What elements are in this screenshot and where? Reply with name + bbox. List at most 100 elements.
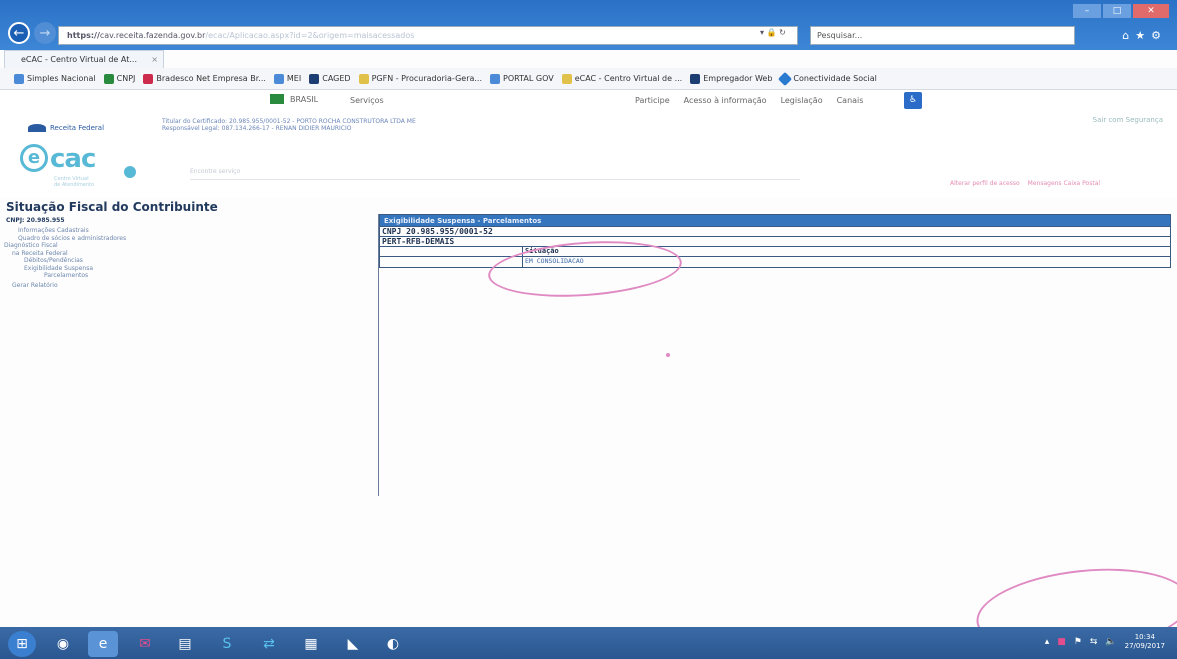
ecac-header: Receita Federal Titular do Certificado: … <box>0 112 1177 198</box>
tree-item-socios[interactable]: Quadro de sócios e administradores <box>18 235 126 243</box>
teamviewer-icon[interactable]: ⇄ <box>254 631 284 657</box>
fav-bradesco[interactable]: Bradesco Net Empresa Br... <box>143 73 266 84</box>
favorites-bar: Simples Nacional CNPJ Bradesco Net Empre… <box>0 68 1177 90</box>
cert-holder: Titular do Certificado: 20.985.955/0001-… <box>162 118 416 125</box>
start-icon[interactable]: ⊞ <box>8 631 36 657</box>
fav-caged[interactable]: CAGED <box>309 73 351 84</box>
favicon-icon <box>273 73 284 84</box>
browser-window: ← → https://cav.receita.fazenda.gov.br/e… <box>0 0 1177 50</box>
logout-link[interactable]: Sair com Segurança <box>1093 116 1163 124</box>
volume-icon[interactable]: 🔈 <box>1105 637 1116 647</box>
tab-title: eCAC - Centro Virtual de At... <box>21 55 137 64</box>
favicon-icon <box>358 73 369 84</box>
ie-icon[interactable]: e <box>88 631 118 657</box>
ecac-logo-letter: e <box>20 144 48 172</box>
app-icon[interactable]: ◐ <box>378 631 408 657</box>
change-profile-link[interactable]: Alterar perfil de acesso <box>950 180 1020 187</box>
fav-simples[interactable]: Simples Nacional <box>14 73 96 84</box>
system-tray: ▴ ■ ⚑ ⇆ 🔈 10:34 27/09/2017 <box>1045 633 1165 651</box>
clock-date: 27/09/2017 <box>1124 642 1165 650</box>
tree-item-cadastrais[interactable]: Informações Cadastrais <box>18 227 126 235</box>
tray-arrow-icon[interactable]: ▴ <box>1045 637 1050 647</box>
tree-item-exigibilidade[interactable]: Exigibilidade Suspensa <box>24 265 126 273</box>
chrome-icon[interactable]: ◉ <box>48 631 78 657</box>
accessibility-icon[interactable]: ♿ <box>904 92 922 109</box>
mail-icon[interactable]: ✉ <box>130 631 160 657</box>
home-star-gear-icons[interactable]: ⌂★⚙ <box>1122 29 1167 42</box>
close-icon[interactable]: ✕ <box>1133 4 1169 18</box>
browser-tab[interactable]: eCAC - Centro Virtual de At... × <box>4 50 164 68</box>
receita-logo-icon <box>28 124 46 132</box>
favicon-icon <box>309 73 320 84</box>
pen-dot-annotation <box>666 353 670 357</box>
flag-icon <box>270 94 284 104</box>
fav-cnpj[interactable]: CNPJ <box>103 73 135 84</box>
cnpj-row: CNPJ 20.985.955/0001-52 <box>379 227 1171 237</box>
fav-ecac[interactable]: eCAC - Centro Virtual de ... <box>561 73 682 84</box>
clock-time: 10:34 <box>1134 633 1155 641</box>
program-row: PERT-RFB-DEMAIS <box>379 237 1171 247</box>
ecac-logo-sub: Centro Virtual de Atendimento <box>54 176 95 188</box>
gov-link-legislacao[interactable]: Legislação <box>781 96 823 105</box>
maximize-icon[interactable]: □ <box>1103 4 1131 18</box>
header-links: Alterar perfil de acesso Mensagens Caixa… <box>950 180 1100 187</box>
fav-empregador[interactable]: Empregador Web <box>690 73 772 84</box>
forward-icon[interactable]: → <box>34 22 56 44</box>
minimize-icon[interactable]: – <box>1073 4 1101 18</box>
gov-link-canais[interactable]: Canais <box>837 96 864 105</box>
receita-logo: Receita Federal <box>28 124 104 132</box>
fav-portal-gov[interactable]: PORTAL GOV <box>490 73 554 84</box>
tree-item-receita[interactable]: na Receita Federal <box>12 250 126 258</box>
folder-icon[interactable]: ▤ <box>170 631 200 657</box>
url-prefix: https:// <box>67 31 100 40</box>
parcelamentos-panel: Exigibilidade Suspensa - Parcelamentos C… <box>379 214 1171 268</box>
browser-search-input[interactable]: Pesquisar... <box>810 26 1075 45</box>
service-search-input[interactable]: Encontre serviço <box>190 164 800 180</box>
fav-conectividade[interactable]: Conectividade Social <box>778 71 877 86</box>
tray-app-icon[interactable]: ■ <box>1057 637 1066 647</box>
favicon-icon <box>778 71 793 86</box>
tree-item-relatorio[interactable]: Gerar Relatório <box>12 282 126 290</box>
gov-link-acesso[interactable]: Acesso à informação <box>684 96 767 105</box>
favicon-icon <box>690 73 701 84</box>
url-path: /ecac/Aplicacao.aspx?id=2&origem=maisace… <box>205 31 415 40</box>
fav-pgfn[interactable]: PGFN - Procuradoria-Gera... <box>358 73 482 84</box>
app-icon[interactable]: ◣ <box>338 631 368 657</box>
ecac-logo: e cac Centro Virtual de Atendimento <box>16 140 136 192</box>
tree-item-diagnostico[interactable]: Diagnóstico Fiscal <box>4 242 126 250</box>
back-icon[interactable]: ← <box>8 22 30 44</box>
nav-tree: Informações Cadastrais Quadro de sócios … <box>4 227 126 289</box>
page-title: Situação Fiscal do Contribuinte <box>6 200 218 214</box>
app-icon[interactable]: ▦ <box>296 631 326 657</box>
tree-item-debitos[interactable]: Débitos/Pendências <box>24 257 126 265</box>
flag-icon[interactable]: ⚑ <box>1074 637 1082 647</box>
gov-servicos-link[interactable]: Serviços <box>350 96 384 105</box>
help-icon[interactable] <box>124 166 136 178</box>
gov-brasil-link[interactable]: BRASIL <box>270 94 318 104</box>
address-bar[interactable]: https://cav.receita.fazenda.gov.br/ecac/… <box>58 26 798 45</box>
window-controls: – □ ✕ <box>1073 4 1169 18</box>
favicon-icon <box>561 73 572 84</box>
windows-taskbar: ⊞ ◉ e ✉ ▤ S ⇄ ▦ ◣ ◐ ▴ ■ ⚑ ⇆ 🔈 10:34 27/09… <box>0 627 1177 659</box>
cnpj-label: CNPJ: 20.985.955 <box>6 217 65 224</box>
tree-item-parcelamentos[interactable]: Parcelamentos <box>44 272 126 280</box>
clock[interactable]: 10:34 27/09/2017 <box>1125 633 1165 651</box>
skype-icon[interactable]: S <box>212 631 242 657</box>
favicon-icon <box>143 73 154 84</box>
refresh-icon[interactable]: ▾ 🔒 ↻ <box>760 28 786 37</box>
certificate-info: Titular do Certificado: 20.985.955/0001-… <box>162 118 416 132</box>
close-tab-icon[interactable]: × <box>151 51 158 68</box>
network-icon[interactable]: ⇆ <box>1090 637 1098 647</box>
gov-links: Participe Acesso à informação Legislação… <box>635 96 863 105</box>
favicon-icon <box>490 73 501 84</box>
mailbox-link[interactable]: Mensagens Caixa Postal <box>1028 180 1100 187</box>
panel-header: Exigibilidade Suspensa - Parcelamentos <box>379 214 1171 227</box>
url-domain: cav.receita.fazenda.gov.br <box>99 31 206 40</box>
cert-responsible: Responsável Legal: 087.134.266-17 - RENA… <box>162 125 352 132</box>
favicon-icon <box>103 73 114 84</box>
ecac-logo-word: cac <box>50 144 96 174</box>
fav-mei[interactable]: MEI <box>273 73 301 84</box>
gov-link-participe[interactable]: Participe <box>635 96 670 105</box>
gov-bar: BRASIL Serviços Participe Acesso à infor… <box>0 90 1177 112</box>
favicon-icon <box>14 73 24 84</box>
